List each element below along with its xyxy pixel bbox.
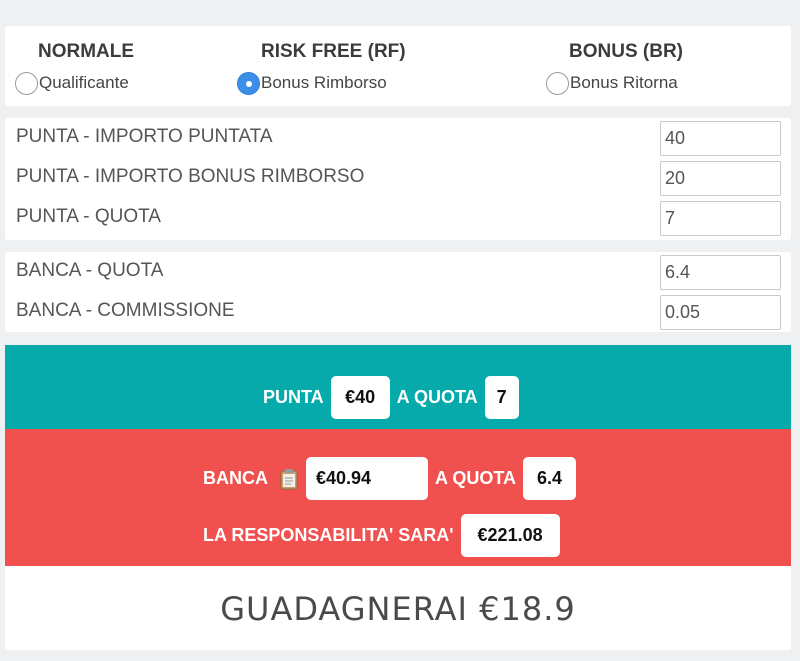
- banca-result-label: BANCA: [203, 468, 268, 488]
- punta-result-label: PUNTA: [263, 387, 324, 407]
- punta-amount-badge: €40: [330, 376, 390, 419]
- mode-title-risk-free: RISK FREE (RF): [261, 41, 406, 62]
- banca-result-line: BANCA €40.94 A QUOTA 6.4: [203, 457, 576, 500]
- row-banca-quota: BANCA - QUOTA: [5, 252, 791, 292]
- radio-bonus-ritorna[interactable]: [546, 71, 569, 95]
- clipboard-icon[interactable]: [280, 468, 298, 490]
- input-banca-commissione[interactable]: [660, 295, 781, 330]
- input-banca-quota[interactable]: [660, 255, 781, 290]
- profit-text: GUADAGNERAI €18.9: [220, 590, 576, 628]
- label-importo-bonus: PUNTA - IMPORTO BONUS RIMBORSO: [16, 166, 365, 187]
- mode-title-normale: NORMALE: [38, 41, 135, 62]
- radio-label-bonus-rimborso: Bonus Rimborso: [261, 73, 387, 92]
- mode-normale: NORMALE Qualificante: [13, 26, 253, 106]
- banca-a-quota-label: A QUOTA: [435, 468, 516, 488]
- input-importo-bonus[interactable]: [660, 161, 781, 196]
- radio-qualificante[interactable]: [15, 71, 38, 95]
- punta-a-quota-label: A QUOTA: [396, 387, 478, 407]
- label-importo-puntata: PUNTA - IMPORTO PUNTATA: [16, 126, 273, 147]
- radio-option-bonus-ritorna[interactable]: Bonus Ritorna: [546, 71, 678, 95]
- mode-title-bonus: BONUS (BR): [569, 41, 683, 62]
- label-punta-quota: PUNTA - QUOTA: [16, 206, 161, 227]
- banca-quota-badge: 6.4: [523, 457, 576, 500]
- punta-form: PUNTA - IMPORTO PUNTATA PUNTA - IMPORTO …: [5, 118, 791, 240]
- row-importo-bonus: PUNTA - IMPORTO BONUS RIMBORSO: [5, 158, 791, 198]
- profit-panel: GUADAGNERAI €18.9: [5, 566, 791, 650]
- label-banca-commissione: BANCA - COMMISSIONE: [16, 300, 235, 321]
- mode-risk-free: RISK FREE (RF) Bonus Rimborso: [235, 26, 515, 106]
- label-banca-quota: BANCA - QUOTA: [16, 260, 164, 281]
- input-punta-quota[interactable]: [660, 201, 781, 236]
- row-banca-commissione: BANCA - COMMISSIONE: [5, 292, 791, 332]
- radio-bonus-rimborso[interactable]: [237, 71, 260, 95]
- row-importo-puntata: PUNTA - IMPORTO PUNTATA: [5, 118, 791, 158]
- punta-result-panel: PUNTA €40 A QUOTA 7: [5, 345, 791, 429]
- punta-result-line: PUNTA €40 A QUOTA 7: [263, 376, 519, 419]
- input-importo-puntata[interactable]: [660, 121, 781, 156]
- punta-quota-badge: 7: [484, 376, 519, 419]
- radio-option-qualificante[interactable]: Qualificante: [15, 71, 129, 95]
- responsabilita-label: LA RESPONSABILITA' SARA': [203, 525, 454, 545]
- radio-label-bonus-ritorna: Bonus Ritorna: [570, 73, 678, 92]
- banca-result-panel: BANCA €40.94 A QUOTA 6.4 LA RESPONSABILI…: [5, 429, 791, 566]
- responsabilita-line: LA RESPONSABILITA' SARA' €221.08: [203, 514, 560, 557]
- row-punta-quota: PUNTA - QUOTA: [5, 198, 791, 238]
- mode-bonus: BONUS (BR) Bonus Ritorna: [544, 26, 784, 106]
- mode-selector: NORMALE Qualificante RISK FREE (RF) Bonu…: [5, 26, 791, 106]
- banca-form: BANCA - QUOTA BANCA - COMMISSIONE: [5, 252, 791, 332]
- banca-amount-field[interactable]: €40.94: [306, 457, 428, 500]
- radio-option-bonus-rimborso[interactable]: Bonus Rimborso: [237, 71, 387, 95]
- radio-label-qualificante: Qualificante: [39, 73, 129, 92]
- responsabilita-amount-badge: €221.08: [460, 514, 560, 557]
